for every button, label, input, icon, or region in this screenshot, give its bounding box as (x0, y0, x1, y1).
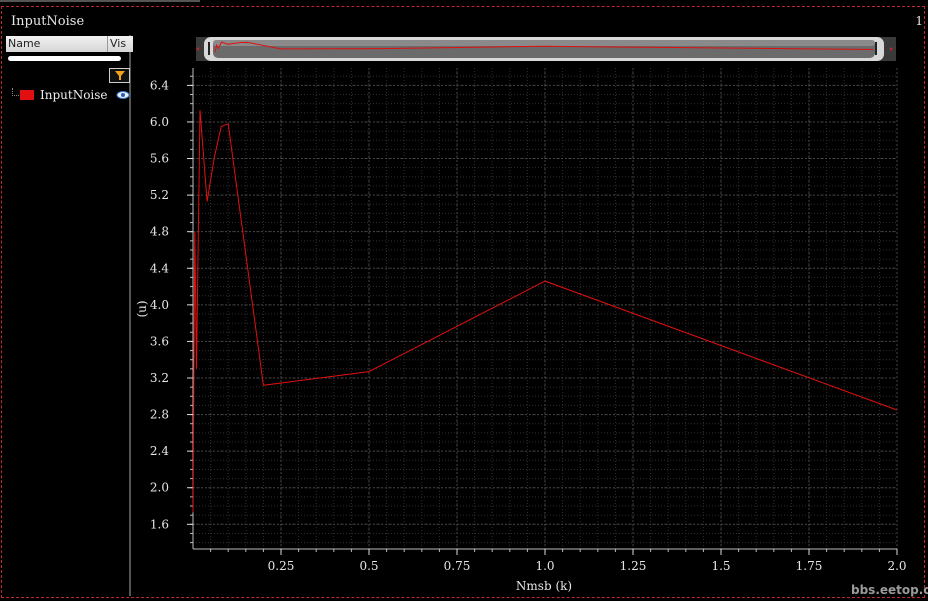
watermark: bbs.eetop.cn (851, 583, 928, 597)
y-tick-label: 2.0 (150, 481, 169, 495)
y-tick-label: 1.6 (150, 517, 169, 531)
overview-scrollbar[interactable] (196, 37, 896, 61)
y-tick-label: 4.8 (150, 225, 169, 239)
y-tick-label: 6.0 (150, 115, 169, 129)
overview-thumb-highlight (213, 40, 875, 46)
x-tick-label: 1.0 (535, 559, 554, 573)
y-tick-label: 5.6 (150, 152, 169, 166)
y-tick-label: 4.0 (150, 298, 169, 312)
x-tick-label: 1.25 (620, 559, 647, 573)
x-tick-label: 0.75 (444, 559, 471, 573)
x-tick-label: 1.75 (796, 559, 823, 573)
x-axis-label: Nmsb (k) (516, 579, 572, 593)
y-axis-label: (u) (135, 300, 149, 317)
overview-left-grip[interactable] (208, 42, 210, 55)
y-tick-label: 5.2 (150, 188, 169, 202)
y-tick-label: 2.4 (150, 444, 169, 458)
y-tick-label: 2.8 (150, 408, 169, 422)
y-tick-label: 3.6 (150, 334, 169, 348)
x-tick-label: 2.0 (887, 559, 906, 573)
y-tick-label: 6.4 (150, 78, 169, 92)
y-tick-label: 4.4 (150, 261, 169, 275)
y-tick-label: 3.2 (150, 371, 169, 385)
x-tick-label: 0.5 (359, 559, 378, 573)
grid-layer (193, 68, 898, 549)
chart-canvas: 0.25 0.5 0.75 1.0 1.25 1.5 1.75 2.0 1.6 2.0 2.4 2.8… (135, 37, 907, 593)
overview-right-grip[interactable] (875, 42, 877, 55)
x-tick-label: 1.5 (711, 559, 730, 573)
x-tick-label: 0.25 (268, 559, 295, 573)
